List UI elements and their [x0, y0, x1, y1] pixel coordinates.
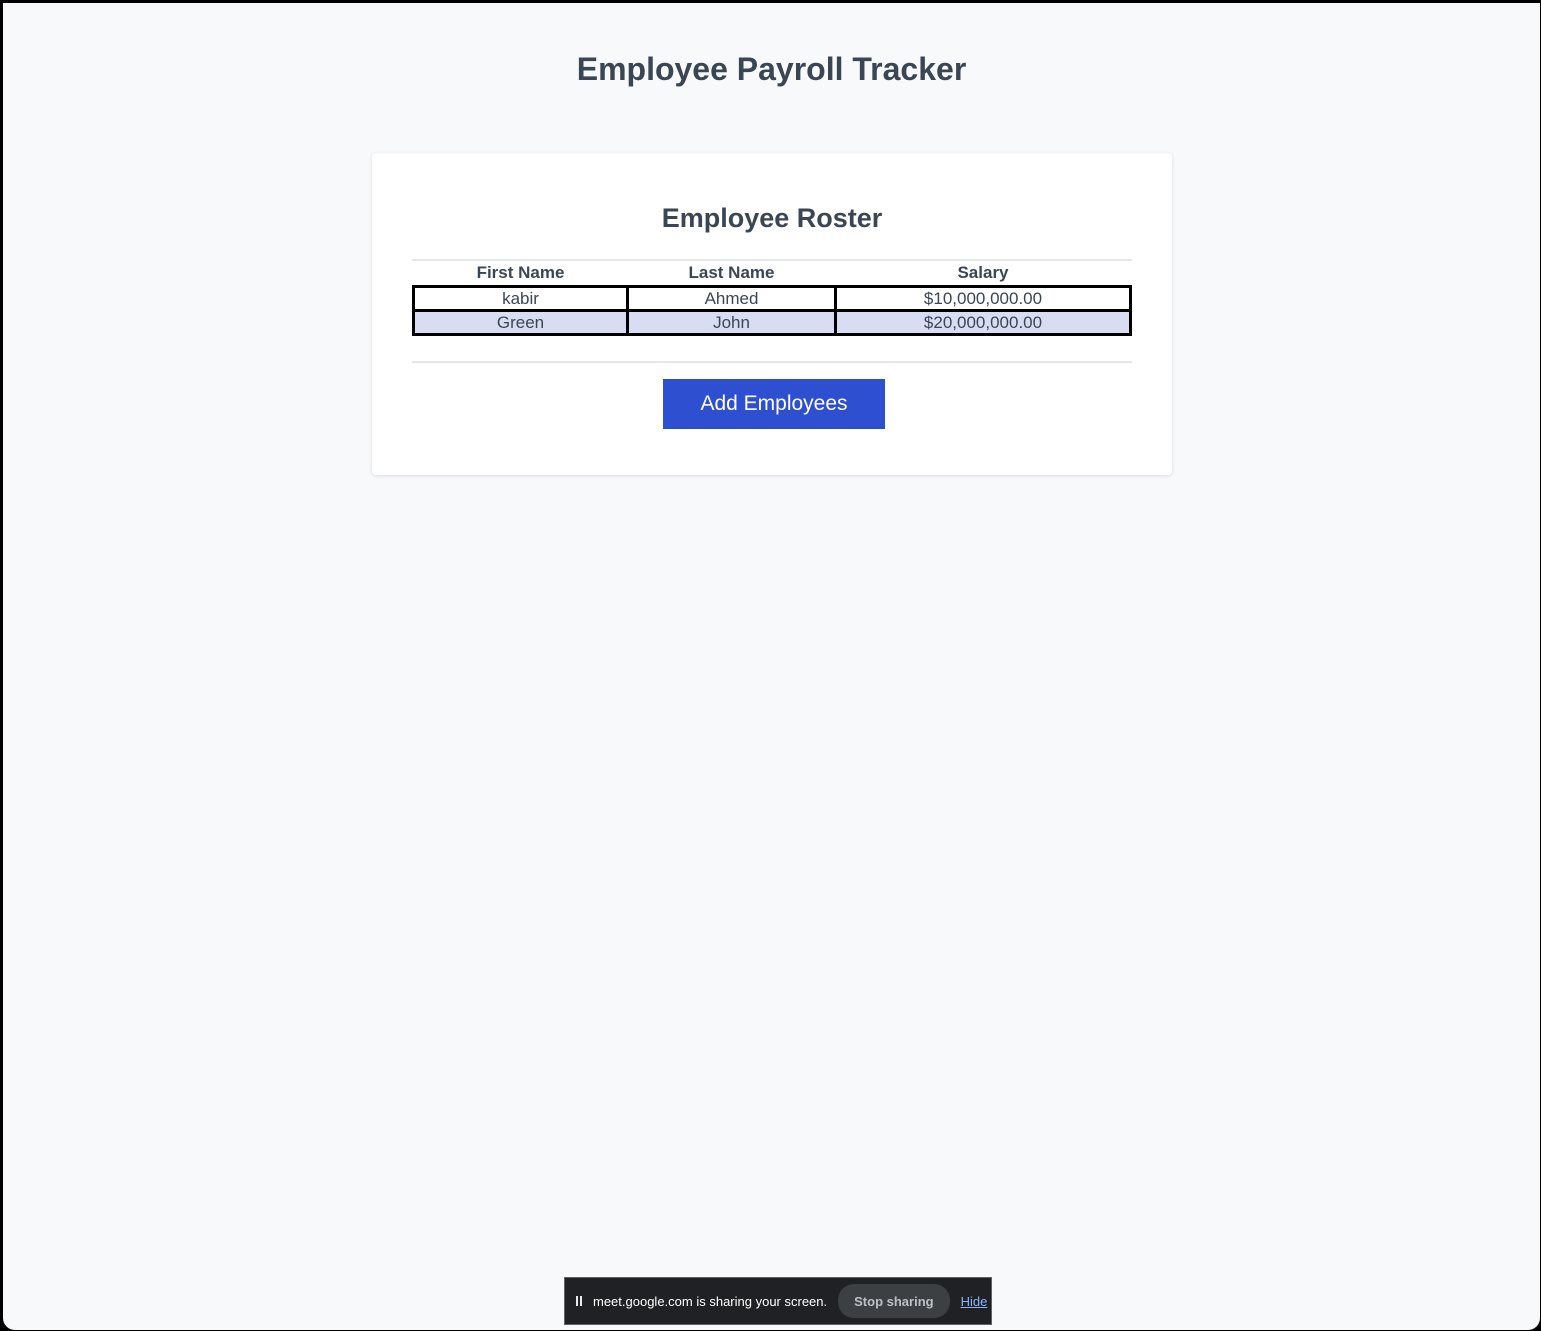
cell-last-name: John [626, 309, 837, 336]
hide-link[interactable]: Hide [961, 1294, 988, 1309]
cell-last-name: Ahmed [626, 285, 837, 312]
table-header-row: First Name Last Name Salary [414, 261, 1131, 287]
column-header-salary: Salary [957, 263, 1009, 282]
share-message: meet.google.com is sharing your screen. [593, 1293, 828, 1309]
cell-first-name: Green [412, 309, 629, 336]
table-row: Green John $20,000,000.00 [412, 309, 1132, 336]
stop-sharing-button[interactable]: Stop sharing [838, 1284, 950, 1318]
add-employees-button[interactable]: Add Employees [663, 379, 885, 429]
cell-salary: $20,000,000.00 [834, 309, 1132, 336]
roster-card: Employee Roster First Name Last Name Sal… [372, 153, 1172, 475]
page-title: Employee Payroll Tracker [576, 51, 967, 87]
pause-icon [576, 1296, 583, 1306]
table-row: kabir Ahmed $10,000,000.00 [412, 285, 1132, 312]
cell-first-name: kabir [412, 285, 629, 312]
screen-share-bar: meet.google.com is sharing your screen. … [564, 1277, 992, 1325]
cell-salary: $10,000,000.00 [834, 285, 1132, 312]
column-header-last-name: Last Name [688, 263, 775, 282]
column-header-first-name: First Name [476, 263, 565, 282]
employee-table: First Name Last Name Salary kabir Ahmed … [412, 261, 1132, 336]
browser-viewport: Employee Payroll Tracker Employee Roster… [3, 3, 1540, 1330]
divider [412, 361, 1132, 363]
roster-title: Employee Roster [661, 203, 883, 233]
